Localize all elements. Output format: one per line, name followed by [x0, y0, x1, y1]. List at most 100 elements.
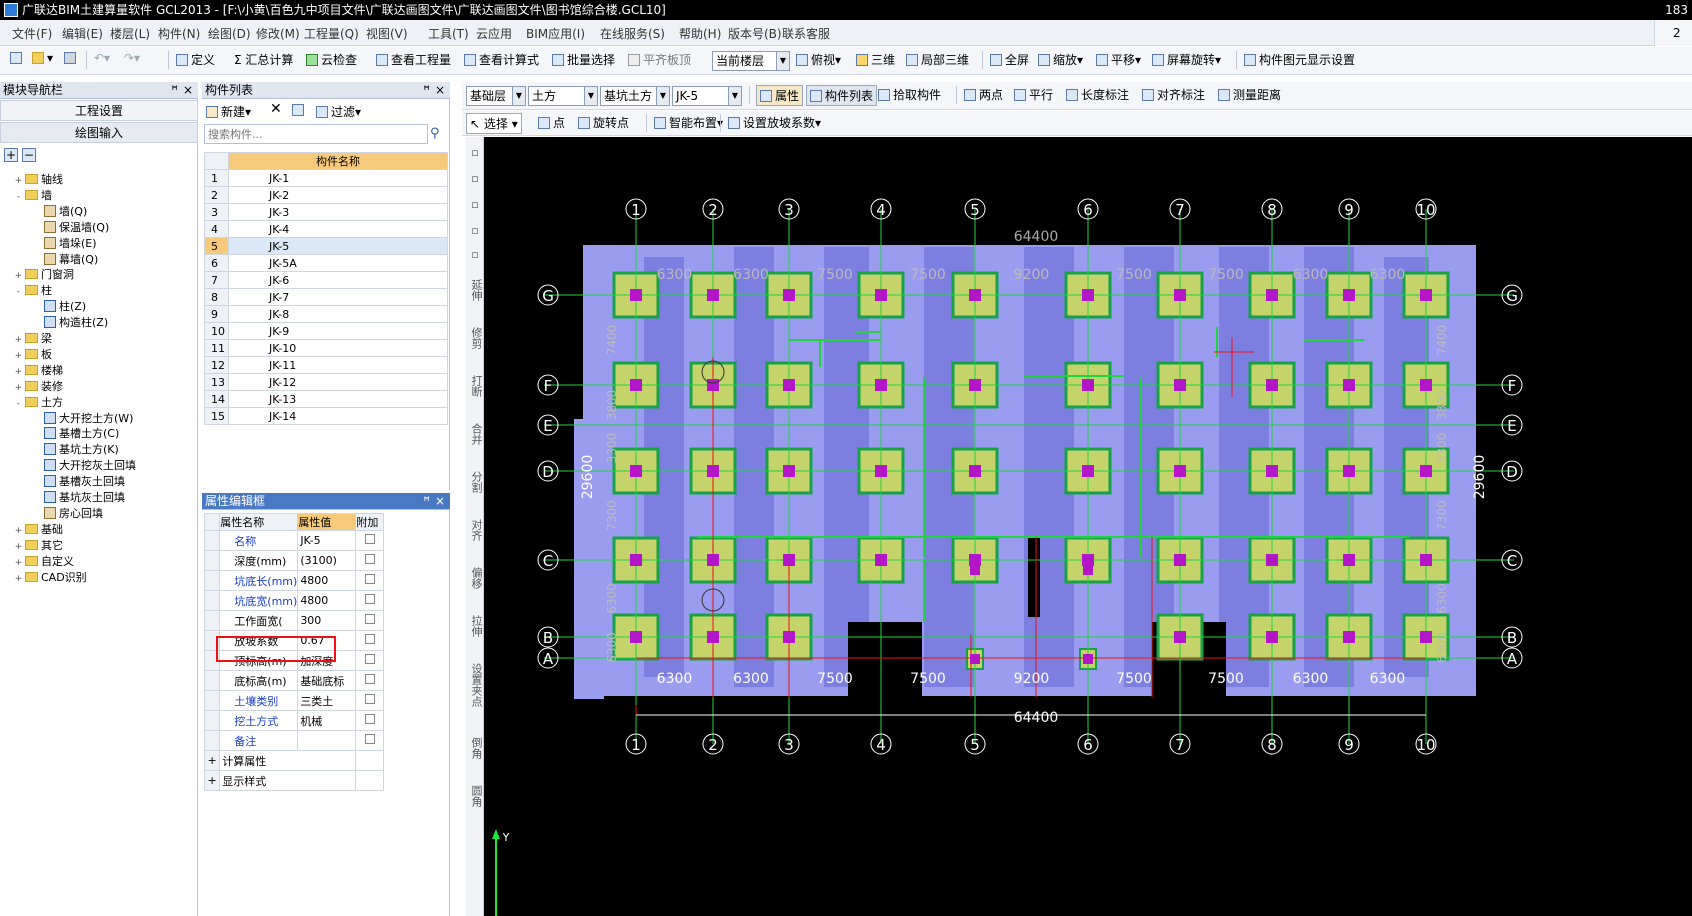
smart-layout-button[interactable]: 智能布置▾: [654, 114, 723, 131]
property-row[interactable]: 深度(mm) (3100): [203, 550, 384, 571]
extra-checkbox[interactable]: [355, 550, 384, 571]
vertical-tool[interactable]: 设置夹点: [468, 663, 483, 707]
component-name[interactable]: JK-5: [228, 237, 448, 255]
table-row[interactable]: 4 JK-4: [204, 220, 448, 238]
extra-checkbox[interactable]: [355, 670, 384, 691]
menu-badge[interactable]: 2: [1654, 20, 1692, 46]
extra-checkbox[interactable]: [355, 710, 384, 731]
property-row[interactable]: 底标高(m) 基础底标: [203, 670, 384, 691]
property-value[interactable]: 三类土: [297, 690, 357, 711]
search-input[interactable]: [204, 124, 428, 144]
extra-checkbox[interactable]: [355, 690, 384, 711]
length-note-button[interactable]: 长度标注: [1066, 86, 1129, 103]
expander-icon[interactable]: +: [14, 381, 23, 396]
table-row[interactable]: 8 JK-7: [204, 288, 448, 306]
property-row[interactable]: 坑底长(mm) 4800: [203, 570, 384, 591]
tree-item[interactable]: + CAD识别: [14, 570, 87, 585]
property-row[interactable]: 备注: [203, 730, 384, 751]
table-row[interactable]: 5 JK-5: [204, 237, 448, 255]
pin-icon[interactable]: ꟸ: [423, 493, 430, 510]
tree-item[interactable]: 墙(Q): [44, 204, 87, 219]
table-row[interactable]: 15 JK-14: [204, 407, 448, 425]
pin-icon[interactable]: ꟸ: [171, 82, 178, 99]
expander-icon[interactable]: -: [14, 397, 23, 412]
rotate-button[interactable]: 屏幕旋转▾: [1152, 51, 1221, 68]
select-button[interactable]: ↖ 选择 ▾: [466, 113, 522, 134]
extra-checkbox[interactable]: [355, 570, 384, 591]
zoom-button[interactable]: 缩放▾: [1038, 51, 1083, 68]
open-file-icon[interactable]: ▾: [32, 51, 53, 65]
expander-icon[interactable]: +: [14, 269, 23, 284]
close-icon[interactable]: ×: [435, 493, 445, 510]
table-row[interactable]: 10 JK-9: [204, 322, 448, 340]
new-component-button[interactable]: 新建▾: [206, 103, 251, 120]
close-icon[interactable]: ×: [435, 82, 445, 99]
property-value[interactable]: 基础底标: [297, 670, 357, 691]
menu-item[interactable]: 绘图(D): [208, 25, 251, 42]
tree-item[interactable]: + 自定义: [14, 554, 74, 569]
drawing-canvas[interactable]: 1 1 2 2 3 3 4 4 5 5 6 6 7 7 8 8 9 9 10 10 G G F F E E D D C C B B A A 6440…: [484, 137, 1692, 916]
menu-item[interactable]: 版本号(B): [728, 25, 782, 42]
local-3d-button[interactable]: 局部三维: [906, 51, 969, 68]
menu-item[interactable]: 编辑(E): [62, 25, 103, 42]
menu-item[interactable]: 工程量(Q): [304, 25, 359, 42]
component-name[interactable]: JK-9: [228, 322, 448, 340]
expand-all-button[interactable]: +: [4, 148, 18, 162]
table-row[interactable]: 7 JK-6: [204, 271, 448, 289]
new-file-icon[interactable]: [10, 51, 25, 65]
subtype-combo[interactable]: 基坑土方 ▼: [600, 86, 670, 106]
vertical-tool[interactable]: 倒角: [468, 737, 483, 759]
property-value[interactable]: 300: [297, 610, 357, 631]
component-name[interactable]: JK-1: [228, 169, 448, 187]
filter-button[interactable]: 过滤▾: [316, 103, 361, 120]
expander-icon[interactable]: +: [14, 174, 23, 189]
pin-icon[interactable]: ꟸ: [423, 82, 430, 99]
element-display-button[interactable]: 构件图元显示设置: [1244, 51, 1355, 68]
tree-item[interactable]: 基坑灰土回填: [44, 490, 125, 505]
component-name[interactable]: JK-2: [228, 186, 448, 204]
delete-icon[interactable]: ✕: [270, 101, 282, 117]
table-row[interactable]: 14 JK-13: [204, 390, 448, 408]
project-settings-button[interactable]: 工程设置: [0, 100, 198, 121]
menu-item[interactable]: 在线服务(S): [600, 25, 665, 42]
rotate-point-button[interactable]: 旋转点: [578, 114, 629, 131]
tree-item[interactable]: + 装修: [14, 379, 63, 394]
property-group[interactable]: + 显示样式: [203, 770, 384, 791]
pick-button[interactable]: 拾取构件: [878, 86, 941, 103]
tree-item[interactable]: 基槽灰土回填: [44, 474, 125, 489]
tool-icon[interactable]: ▫: [468, 147, 482, 159]
tree-item[interactable]: 柱(Z): [44, 299, 86, 314]
tree-item[interactable]: 保温墙(Q): [44, 220, 109, 235]
two-points-button[interactable]: 两点: [964, 86, 1003, 103]
tree-item[interactable]: + 梁: [14, 331, 52, 346]
extra-checkbox[interactable]: [355, 610, 384, 631]
table-row[interactable]: 6 JK-5A: [204, 254, 448, 272]
property-value[interactable]: 4800: [297, 570, 357, 591]
extra-checkbox[interactable]: [355, 590, 384, 611]
close-icon[interactable]: ×: [183, 82, 193, 99]
expand-icon[interactable]: +: [203, 750, 221, 771]
table-row[interactable]: 12 JK-11: [204, 356, 448, 374]
property-value[interactable]: (3100): [297, 550, 357, 571]
save-icon[interactable]: [64, 51, 79, 65]
menu-item[interactable]: 修改(M): [256, 25, 300, 42]
measure-button[interactable]: 测量距离: [1218, 86, 1281, 103]
vertical-tool[interactable]: 圆角: [468, 785, 483, 807]
type-combo[interactable]: 土方 ▼: [528, 86, 598, 106]
undo-icon[interactable]: ↶▾: [94, 51, 110, 65]
expander-icon[interactable]: -: [14, 190, 23, 205]
floor-selector[interactable]: 当前楼层 ▼: [712, 51, 790, 71]
tree-item[interactable]: 幕墙(Q): [44, 252, 98, 267]
table-row[interactable]: 9 JK-8: [204, 305, 448, 323]
vertical-tool[interactable]: 拉伸: [468, 615, 483, 637]
parallel-button[interactable]: 平行: [1014, 86, 1053, 103]
extra-checkbox[interactable]: [355, 730, 384, 751]
define-button[interactable]: 定义: [176, 51, 215, 68]
vertical-tool[interactable]: 偏移: [468, 567, 483, 589]
vertical-tool[interactable]: 延伸: [468, 279, 483, 301]
tree-item[interactable]: -墙: [14, 188, 52, 203]
property-row[interactable]: 挖土方式 机械: [203, 710, 384, 731]
table-row[interactable]: 2 JK-2: [204, 186, 448, 204]
component-name[interactable]: JK-4: [228, 220, 448, 238]
menu-item[interactable]: BIM应用(I): [526, 25, 585, 42]
